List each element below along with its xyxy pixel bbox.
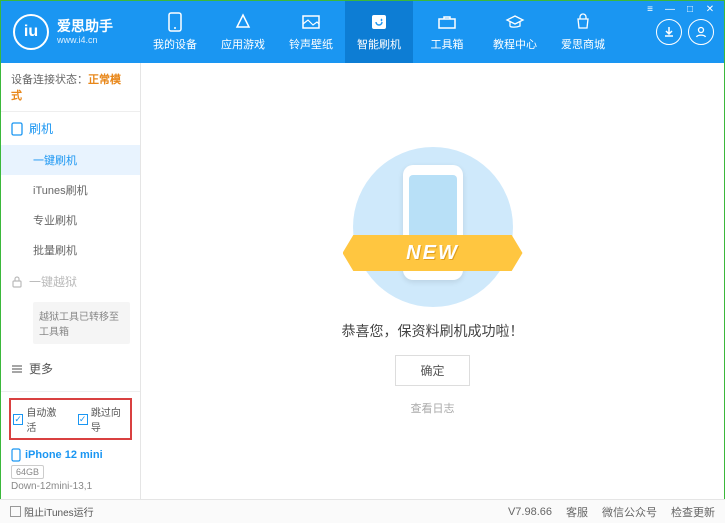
nav-label: 教程中心: [493, 36, 537, 52]
checkbox-auto-activate[interactable]: ✓自动激活: [13, 404, 64, 434]
nav-label: 工具箱: [431, 36, 464, 52]
update-link[interactable]: 检查更新: [671, 504, 715, 520]
new-ribbon: NEW: [343, 235, 523, 271]
more-icon: [11, 363, 23, 375]
device-storage: 64GB: [11, 465, 44, 479]
sidebar: 设备连接状态：正常模式 刷机 一键刷机 iTunes刷机 专业刷机 批量刷机 一…: [1, 63, 141, 500]
checkbox-label: 自动激活: [26, 404, 63, 434]
device-name: iPhone 12 mini: [25, 449, 103, 461]
sidebar-head-label: 一键越狱: [29, 273, 77, 290]
sidebar-item-itunes-flash[interactable]: iTunes刷机: [1, 175, 140, 205]
nav-tutorials[interactable]: 教程中心: [481, 1, 549, 63]
logo-area: iu 爱思助手 www.i4.cn: [1, 14, 141, 50]
nav-smart-flash[interactable]: 智能刷机: [345, 1, 413, 63]
maximize-icon[interactable]: □: [681, 2, 699, 16]
nav-label: 爱思商城: [561, 36, 605, 52]
header: iu 爱思助手 www.i4.cn 我的设备 应用游戏 铃声壁纸 智能刷机 工具…: [1, 1, 724, 63]
wechat-link[interactable]: 微信公众号: [602, 504, 657, 520]
checkbox-label: 跳过向导: [91, 404, 128, 434]
wallpaper-icon: [301, 12, 321, 32]
app-url: www.i4.cn: [57, 35, 113, 46]
sidebar-flash-head[interactable]: 刷机: [1, 112, 140, 145]
graduation-icon: [505, 12, 525, 32]
app-name: 爱思助手: [57, 18, 113, 35]
top-nav: 我的设备 应用游戏 铃声壁纸 智能刷机 工具箱 教程中心 爱思商城: [141, 1, 656, 63]
footer: 阻止iTunes运行 V7.98.66 客服 微信公众号 检查更新: [0, 499, 725, 523]
lock-icon: [11, 275, 23, 289]
sidebar-jailbreak-head[interactable]: 一键越狱: [1, 265, 140, 298]
minimize-icon[interactable]: —: [661, 2, 679, 16]
flash-icon: [369, 12, 389, 32]
checkbox-icon: [10, 506, 21, 517]
service-link[interactable]: 客服: [566, 504, 588, 520]
toolbox-icon: [437, 12, 457, 32]
header-right: [656, 19, 724, 45]
success-message: 恭喜您，保资料刷机成功啦！: [342, 321, 524, 341]
sidebar-bottom: ✓自动激活 ✓跳过向导 iPhone 12 mini 64GB Down-12m…: [1, 391, 140, 500]
device-icon: [11, 448, 21, 462]
nav-label: 铃声壁纸: [289, 36, 333, 52]
checkbox-block-itunes[interactable]: 阻止iTunes运行: [10, 504, 94, 519]
phone-icon: [165, 12, 185, 32]
logo-icon: iu: [13, 14, 49, 50]
nav-apps-games[interactable]: 应用游戏: [209, 1, 277, 63]
device-status: 设备连接状态：正常模式: [1, 63, 140, 112]
nav-toolbox[interactable]: 工具箱: [413, 1, 481, 63]
sidebar-item-oneclick-flash[interactable]: 一键刷机: [1, 145, 140, 175]
menu-icon[interactable]: ≡: [641, 2, 659, 16]
version-label: V7.98.66: [508, 506, 552, 518]
window-controls: ≡ — □ ✕: [641, 2, 719, 16]
checkbox-icon: ✓: [13, 414, 23, 425]
apps-icon: [233, 12, 253, 32]
main-content: NEW 恭喜您，保资料刷机成功啦！ 确定 查看日志: [141, 63, 724, 500]
nav-ringtones[interactable]: 铃声壁纸: [277, 1, 345, 63]
checkbox-icon: ✓: [78, 414, 88, 425]
jailbreak-note: 越狱工具已转移至工具箱: [33, 302, 130, 344]
ok-button[interactable]: 确定: [395, 355, 469, 386]
store-icon: [573, 12, 593, 32]
checkbox-skip-guide[interactable]: ✓跳过向导: [78, 404, 129, 434]
sidebar-head-label: 刷机: [29, 120, 53, 137]
sidebar-more-head[interactable]: 更多: [1, 352, 140, 385]
nav-store[interactable]: 爱思商城: [549, 1, 617, 63]
nav-label: 我的设备: [153, 36, 197, 52]
status-label: 设备连接状态：: [11, 74, 88, 86]
sidebar-item-batch-flash[interactable]: 批量刷机: [1, 235, 140, 265]
device-model: Down-12mini-13,1: [11, 481, 130, 492]
nav-label: 应用游戏: [221, 36, 265, 52]
checkbox-row-highlighted: ✓自动激活 ✓跳过向导: [9, 398, 132, 440]
nav-my-device[interactable]: 我的设备: [141, 1, 209, 63]
success-illustration: NEW: [353, 147, 513, 307]
user-button[interactable]: [688, 19, 714, 45]
checkbox-label: 阻止iTunes运行: [24, 504, 94, 519]
nav-label: 智能刷机: [357, 36, 401, 52]
phone-small-icon: [11, 122, 23, 136]
device-block[interactable]: iPhone 12 mini 64GB Down-12mini-13,1: [9, 446, 132, 494]
download-button[interactable]: [656, 19, 682, 45]
sidebar-item-pro-flash[interactable]: 专业刷机: [1, 205, 140, 235]
view-log-link[interactable]: 查看日志: [411, 400, 455, 416]
sidebar-head-label: 更多: [29, 360, 53, 377]
close-icon[interactable]: ✕: [701, 2, 719, 16]
